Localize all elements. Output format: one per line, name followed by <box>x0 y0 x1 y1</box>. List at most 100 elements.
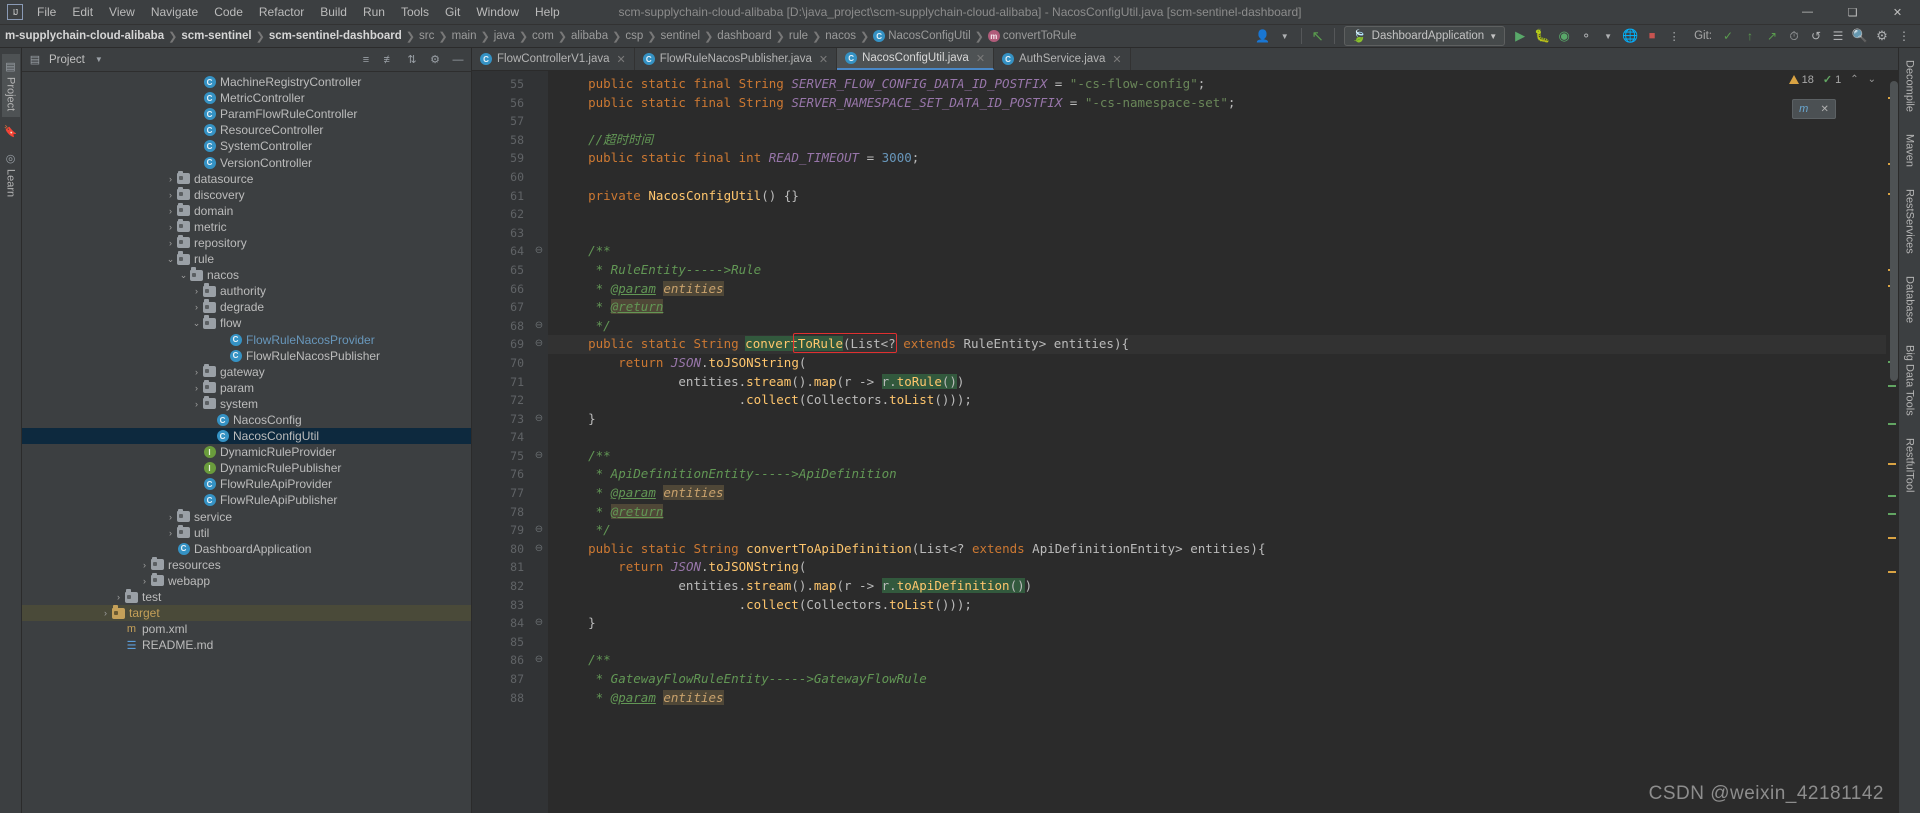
tree-item[interactable]: C FlowRuleApiPublisher <box>22 492 471 508</box>
close-button[interactable]: ✕ <box>1875 0 1920 25</box>
code-line[interactable]: /** <box>548 242 1898 261</box>
sidebar-item-restfultool[interactable]: RestfulTool <box>1901 432 1919 498</box>
code-line[interactable] <box>548 633 1898 652</box>
code-line[interactable]: * @param entities <box>548 689 1898 708</box>
breadcrumb-java[interactable]: java <box>491 30 518 42</box>
tree-item[interactable]: › metric <box>22 218 471 235</box>
sidebar-item-bigdatatools[interactable]: Big Data Tools <box>1901 339 1919 422</box>
tree-item[interactable]: › service <box>22 508 471 525</box>
code-line[interactable]: /** <box>548 651 1898 670</box>
tree-item[interactable]: C SystemController <box>22 138 471 154</box>
tree-item[interactable]: › util <box>22 524 471 541</box>
chevron-right-icon[interactable]: › <box>165 222 176 232</box>
editor-tab[interactable]: C FlowControllerV1.java ✕ <box>472 48 635 70</box>
chevron-right-icon[interactable]: › <box>113 592 124 602</box>
chevron-right-icon[interactable]: › <box>191 286 202 296</box>
tree-item[interactable]: › authority <box>22 283 471 299</box>
method-marker-icon[interactable]: m <box>1799 103 1808 115</box>
tree-item[interactable]: C MachineRegistryController <box>22 74 471 90</box>
code-line[interactable]: .collect(Collectors.toList())); <box>548 596 1898 615</box>
code-line[interactable] <box>548 168 1898 187</box>
tree-item[interactable]: ☰ README.md <box>22 637 471 653</box>
code-line[interactable] <box>548 112 1898 131</box>
run-with-coverage-icon[interactable]: ◉ <box>1554 26 1574 46</box>
tree-item[interactable]: › degrade <box>22 299 471 315</box>
menu-window[interactable]: Window <box>468 3 527 21</box>
breadcrumb-dashboard[interactable]: dashboard <box>714 30 774 42</box>
code-line[interactable] <box>548 428 1898 447</box>
tree-item[interactable]: C VersionController <box>22 154 471 170</box>
code-line[interactable]: private NacosConfigUtil() {} <box>548 187 1898 206</box>
editor-tab[interactable]: C FlowRuleNacosPublisher.java ✕ <box>635 48 838 70</box>
tree-item[interactable]: › datasource <box>22 170 471 187</box>
settings-icon[interactable]: ⚙ <box>1872 26 1892 46</box>
breadcrumb-src[interactable]: src <box>416 30 437 42</box>
editor-tab[interactable]: C AuthService.java ✕ <box>994 48 1131 70</box>
more-run-icon[interactable]: ⋮ <box>1664 26 1684 46</box>
debug-icon[interactable]: 🐛 <box>1532 26 1552 46</box>
sort-icon[interactable]: ⇅ <box>403 51 421 69</box>
menu-run[interactable]: Run <box>355 3 393 21</box>
code-content[interactable]: public static final String SERVER_FLOW_C… <box>548 71 1898 813</box>
breadcrumb-main[interactable]: main <box>449 30 480 42</box>
stop-icon[interactable]: ■ <box>1642 26 1662 46</box>
fold-marker-icon[interactable]: ⊖ <box>530 614 548 633</box>
close-icon[interactable]: ✕ <box>617 53 626 66</box>
chevron-right-icon[interactable]: › <box>165 206 176 216</box>
fold-marker-icon[interactable]: ⊖ <box>530 335 548 354</box>
sidebar-item-database[interactable]: Database <box>1901 270 1919 329</box>
breadcrumb-converttorule[interactable]: m convertToRule <box>985 30 1080 42</box>
run-configuration-selector[interactable]: 🍃 DashboardApplication ▼ <box>1343 26 1506 46</box>
chevron-down-icon[interactable]: ▼ <box>1275 26 1295 46</box>
chevron-right-icon[interactable]: › <box>191 383 202 393</box>
tree-item[interactable]: C NacosConfig <box>22 412 471 428</box>
breadcrumb-scm-sentinel-dashboard[interactable]: scm-sentinel-dashboard <box>266 30 405 42</box>
chevron-right-icon[interactable]: › <box>191 367 202 377</box>
chevron-right-icon[interactable]: › <box>139 560 150 570</box>
fold-marker-icon[interactable]: ⊖ <box>530 242 548 261</box>
menu-help[interactable]: Help <box>527 3 568 21</box>
breadcrumb-nacosconfigutil[interactable]: C NacosConfigUtil <box>870 30 973 42</box>
minimize-button[interactable]: — <box>1785 0 1830 25</box>
fold-marker-icon[interactable]: ⊖ <box>530 651 548 670</box>
code-line[interactable]: public static String convertToApiDefinit… <box>548 540 1898 559</box>
code-line[interactable]: * RuleEntity----->Rule <box>548 261 1898 280</box>
menu-view[interactable]: View <box>101 3 143 21</box>
tree-item[interactable]: C MetricController <box>22 90 471 106</box>
tree-item[interactable]: I DynamicRulePublisher <box>22 460 471 476</box>
breadcrumb-sentinel[interactable]: sentinel <box>657 30 703 42</box>
chevron-down-icon[interactable]: ⌄ <box>165 254 176 265</box>
tree-item[interactable]: C ResourceController <box>22 122 471 138</box>
chevron-right-icon[interactable]: › <box>165 512 176 522</box>
menu-edit[interactable]: Edit <box>64 3 101 21</box>
menu-code[interactable]: Code <box>206 3 251 21</box>
tree-item[interactable]: ⌄ nacos <box>22 267 471 283</box>
hide-icon[interactable]: — <box>449 51 467 69</box>
tree-item[interactable]: › domain <box>22 202 471 219</box>
chevron-right-icon[interactable]: › <box>100 608 111 618</box>
fold-marker-icon[interactable]: ⊖ <box>530 317 548 336</box>
sidebar-item-decompile[interactable]: Decompile <box>1901 54 1919 118</box>
code-line[interactable] <box>548 224 1898 243</box>
prev-problem-icon[interactable]: ⌃ <box>1850 74 1858 85</box>
code-line[interactable]: entities.stream().map(r -> r.toApiDefini… <box>548 577 1898 596</box>
chevron-down-icon[interactable]: ⌄ <box>178 270 189 281</box>
expand-all-icon[interactable]: ≢ <box>380 51 398 69</box>
menu-tools[interactable]: Tools <box>393 3 437 21</box>
fold-marker-icon[interactable]: ⊖ <box>530 447 548 466</box>
code-folding-gutter[interactable]: ⊖ ⊖ ⊖ ⊖ ⊖ ⊖ ⊖ ⊖ ⊖ <box>530 71 548 813</box>
code-line[interactable]: * ApiDefinitionEntity----->ApiDefinition <box>548 465 1898 484</box>
breadcrumb-scm-sentinel[interactable]: scm-sentinel <box>178 30 254 42</box>
chevron-down-icon[interactable]: ⌄ <box>191 318 202 329</box>
code-line[interactable]: * @param entities <box>548 280 1898 299</box>
code-line[interactable]: * @return <box>548 503 1898 522</box>
code-line[interactable]: public static String convertToRule(List<… <box>548 335 1898 354</box>
tree-item[interactable]: C DashboardApplication <box>22 541 471 557</box>
breadcrumb-com[interactable]: com <box>529 30 557 42</box>
breadcrumb-alibaba[interactable]: alibaba <box>568 30 611 42</box>
tree-item[interactable]: ⌄ flow <box>22 315 471 331</box>
tree-item[interactable]: › param <box>22 379 471 396</box>
tree-item[interactable]: m pom.xml <box>22 621 471 637</box>
sidebar-item-project[interactable]: ▤ Project <box>1 54 20 118</box>
code-line[interactable]: entities.stream().map(r -> r.toRule()) <box>548 373 1898 392</box>
